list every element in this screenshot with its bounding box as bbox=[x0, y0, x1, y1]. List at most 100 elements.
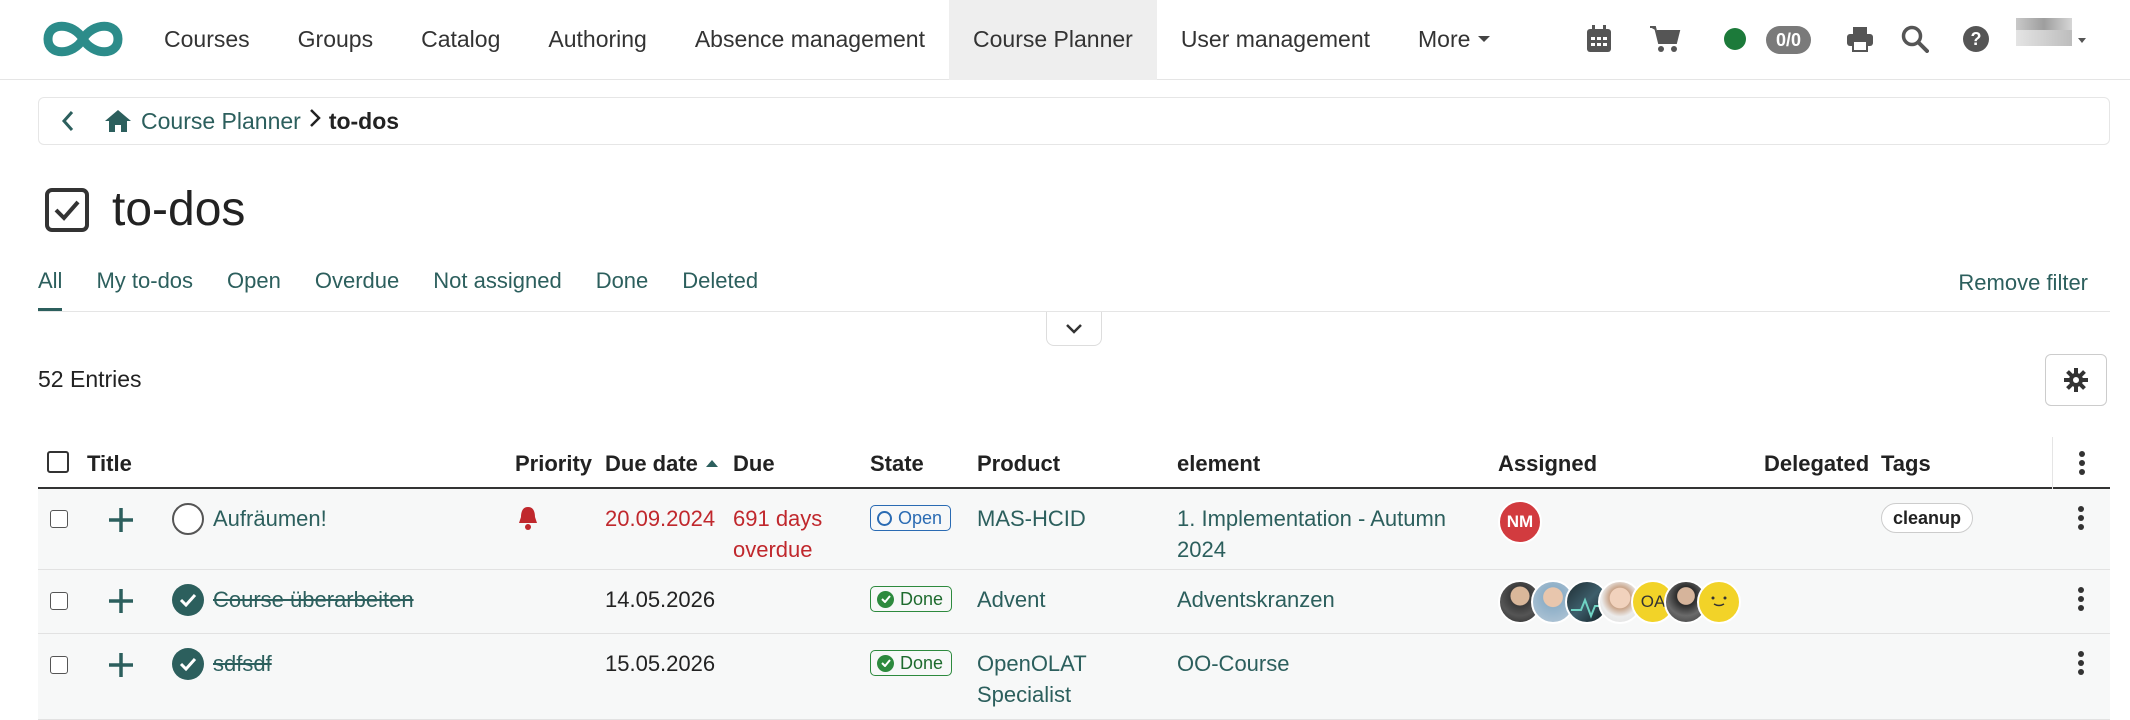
priority-bell-icon bbox=[519, 507, 537, 530]
avatar-emoji[interactable] bbox=[1697, 580, 1741, 624]
header-assigned[interactable]: Assigned bbox=[1498, 451, 1597, 477]
nav-user-management[interactable]: User management bbox=[1157, 0, 1394, 80]
tab-not-assigned[interactable]: Not assigned bbox=[433, 262, 561, 312]
state-label: Done bbox=[900, 652, 944, 673]
tab-deleted[interactable]: Deleted bbox=[682, 262, 758, 312]
nav-absence-management[interactable]: Absence management bbox=[671, 0, 949, 80]
tab-open[interactable]: Open bbox=[227, 262, 281, 312]
breadcrumb: Course Planner to-dos bbox=[38, 97, 2110, 145]
state-badge-open: Open bbox=[870, 505, 952, 531]
page-header: to-dos bbox=[44, 182, 245, 237]
tab-all[interactable]: All bbox=[38, 262, 63, 312]
table-settings-button[interactable] bbox=[2045, 354, 2107, 406]
row-checkbox[interactable] bbox=[50, 510, 68, 528]
todo-status-done-icon[interactable] bbox=[172, 584, 204, 616]
nav-groups[interactable]: Groups bbox=[274, 0, 397, 80]
user-avatar-lower bbox=[2016, 30, 2072, 46]
tag-badge: cleanup bbox=[1881, 503, 1974, 533]
top-navigation: Courses Groups Catalog Authoring Absence… bbox=[0, 0, 2130, 80]
remove-filter-link[interactable]: Remove filter bbox=[1958, 270, 2088, 296]
chevron-right-icon bbox=[309, 108, 321, 134]
print-icon[interactable] bbox=[1843, 22, 1877, 56]
table-row: sdfsdf 15.05.2026 Done OpenOLAT Specialis… bbox=[38, 634, 2110, 720]
cart-icon[interactable] bbox=[1648, 22, 1682, 56]
check-circle-icon bbox=[877, 590, 894, 608]
filter-tabs: All My to-dos Open Overdue Not assigned … bbox=[38, 262, 792, 312]
check-circle-icon bbox=[877, 654, 894, 672]
expand-filters-button[interactable] bbox=[1046, 312, 1102, 346]
online-status-dot[interactable] bbox=[1724, 28, 1746, 50]
todo-title[interactable]: Course überarbeiten bbox=[213, 584, 414, 615]
due-date: 20.09.2024 bbox=[605, 506, 716, 531]
row-checkbox[interactable] bbox=[50, 656, 68, 674]
nav-authoring[interactable]: Authoring bbox=[524, 0, 670, 80]
element-line-2: 2024 bbox=[1177, 537, 1226, 562]
header-due-date[interactable]: Due date bbox=[605, 451, 718, 477]
header-product[interactable]: Product bbox=[977, 451, 1060, 477]
product-line-2: Specialist bbox=[977, 682, 1072, 707]
header-element[interactable]: element bbox=[1177, 451, 1260, 477]
chevron-down-icon bbox=[1478, 36, 1491, 43]
row-checkbox[interactable] bbox=[50, 592, 68, 610]
tab-overdue[interactable]: Overdue bbox=[315, 262, 399, 312]
row-menu-icon[interactable] bbox=[2069, 648, 2093, 678]
state-label: Open bbox=[898, 507, 943, 528]
breadcrumb-current: to-dos bbox=[328, 107, 400, 134]
product-link[interactable]: Advent bbox=[977, 584, 1046, 615]
count-badge[interactable]: 0/0 bbox=[1766, 26, 1812, 54]
search-icon[interactable] bbox=[1898, 22, 1932, 56]
select-all-checkbox[interactable] bbox=[47, 451, 69, 473]
state-badge-done: Done bbox=[870, 650, 953, 676]
due-date: 15.05.2026 bbox=[605, 651, 716, 676]
nav-more[interactable]: More bbox=[1394, 0, 1514, 80]
help-icon[interactable]: ? bbox=[1959, 22, 1993, 56]
tab-done[interactable]: Done bbox=[596, 262, 649, 312]
tab-my-todos[interactable]: My to-dos bbox=[96, 262, 193, 312]
state-badge-done: Done bbox=[870, 586, 953, 612]
expand-row-icon[interactable] bbox=[106, 650, 136, 680]
due-date: 14.05.2026 bbox=[605, 587, 716, 612]
expand-row-icon[interactable] bbox=[106, 586, 136, 616]
product-line-1: OpenOLAT bbox=[977, 651, 1087, 676]
nav-more-label: More bbox=[1418, 26, 1471, 52]
element-link[interactable]: OO-Course bbox=[1177, 648, 1289, 679]
header-title[interactable]: Title bbox=[87, 451, 132, 477]
nav-courses[interactable]: Courses bbox=[140, 0, 274, 80]
todo-status-done-icon[interactable] bbox=[172, 648, 204, 680]
entries-count: 52 Entries bbox=[38, 366, 142, 392]
row-menu-icon[interactable] bbox=[2069, 584, 2093, 614]
expand-row-icon[interactable] bbox=[106, 505, 136, 535]
table-row: Aufräumen! 20.09.2024 691 days overdue Op… bbox=[38, 489, 2110, 570]
nav-course-planner[interactable]: Course Planner bbox=[949, 0, 1157, 80]
header-state[interactable]: State bbox=[870, 451, 924, 477]
product-link[interactable]: OpenOLAT Specialist bbox=[977, 648, 1087, 710]
svg-text:?: ? bbox=[1971, 29, 1982, 49]
avatar[interactable]: NM bbox=[1498, 500, 1542, 544]
home-icon[interactable] bbox=[103, 106, 133, 136]
checkbox-checked-icon bbox=[45, 187, 89, 232]
header-delegated[interactable]: Delegated bbox=[1764, 451, 1869, 477]
gear-icon bbox=[2064, 368, 2088, 392]
sort-ascending-icon bbox=[705, 459, 718, 467]
product-link[interactable]: MAS-HCID bbox=[977, 503, 1086, 534]
calendar-icon[interactable] bbox=[1582, 22, 1616, 56]
nav-catalog[interactable]: Catalog bbox=[397, 0, 524, 80]
chevron-down-icon[interactable] bbox=[2078, 38, 2086, 43]
element-link[interactable]: Adventskranzen bbox=[1177, 584, 1335, 615]
header-tags[interactable]: Tags bbox=[1881, 451, 1931, 477]
open-circle-icon bbox=[877, 510, 892, 526]
todo-title[interactable]: Aufräumen! bbox=[213, 503, 327, 534]
todo-title[interactable]: sdfsdf bbox=[213, 648, 272, 679]
element-link[interactable]: 1. Implementation - Autumn 2024 bbox=[1177, 503, 1446, 565]
header-due[interactable]: Due bbox=[733, 451, 775, 477]
column-options-icon[interactable] bbox=[2052, 437, 2110, 489]
todo-status-open-icon[interactable] bbox=[172, 503, 204, 535]
table-header: Title Priority Due date Due State Produc… bbox=[38, 437, 2110, 489]
page-title: to-dos bbox=[112, 183, 246, 236]
row-menu-icon[interactable] bbox=[2069, 503, 2093, 533]
due-overdue: 691 days overdue bbox=[733, 503, 822, 565]
openolat-logo[interactable] bbox=[40, 16, 126, 62]
header-priority[interactable]: Priority bbox=[515, 451, 592, 477]
back-icon[interactable] bbox=[53, 106, 83, 136]
breadcrumb-course-planner[interactable]: Course Planner bbox=[141, 108, 301, 135]
